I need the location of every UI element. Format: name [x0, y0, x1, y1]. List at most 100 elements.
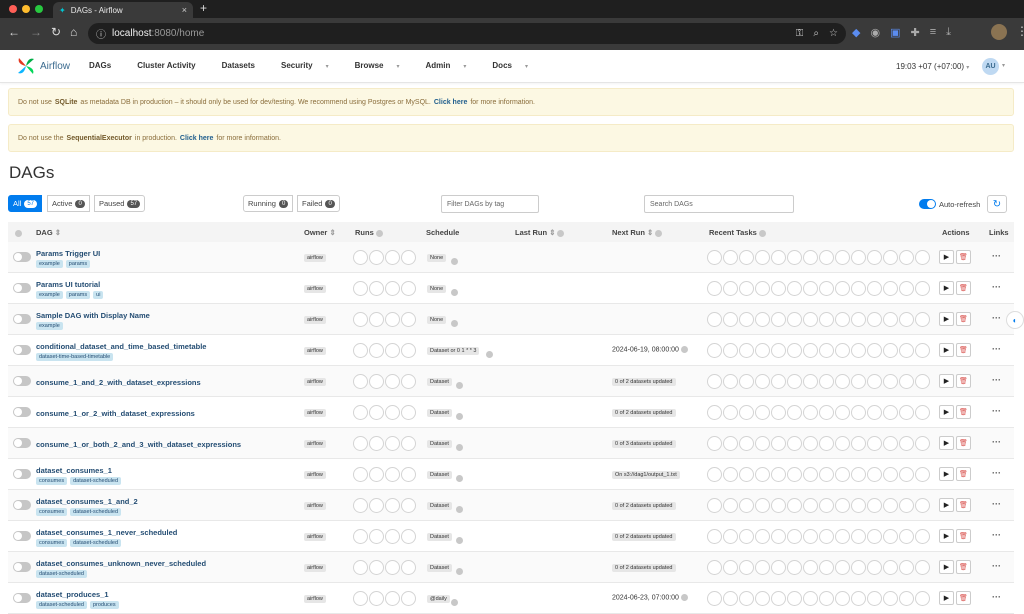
task-state-circle[interactable]: [851, 560, 866, 575]
info-icon[interactable]: [456, 408, 463, 426]
run-state-circle[interactable]: [353, 281, 368, 296]
task-state-circle[interactable]: [867, 436, 882, 451]
schedule-badge[interactable]: None: [427, 254, 447, 262]
task-state-circle[interactable]: [739, 405, 754, 420]
run-state-circle[interactable]: [401, 436, 416, 451]
tag-badge[interactable]: consumes: [36, 477, 68, 485]
task-state-circle[interactable]: [915, 250, 930, 265]
user-avatar[interactable]: AU: [982, 58, 999, 75]
run-state-circle[interactable]: [353, 560, 368, 575]
reading-list-icon[interactable]: ≡: [930, 26, 936, 39]
task-state-circle[interactable]: [771, 312, 786, 327]
run-state-circle[interactable]: [353, 436, 368, 451]
maximize-window-button[interactable]: [35, 5, 43, 13]
info-icon[interactable]: [456, 470, 463, 488]
delete-dag-button[interactable]: 🗑: [956, 312, 971, 326]
menu-browse[interactable]: Browse ▾: [355, 61, 413, 70]
dag-link[interactable]: consume_1_and_2_with_dataset_expressions: [36, 378, 201, 387]
task-state-circle[interactable]: [739, 529, 754, 544]
task-state-circle[interactable]: [771, 281, 786, 296]
info-icon[interactable]: [456, 377, 463, 395]
task-state-circle[interactable]: [915, 374, 930, 389]
trigger-dag-button[interactable]: ▶: [939, 436, 954, 450]
dag-link[interactable]: dataset_consumes_1_and_2: [36, 497, 138, 506]
task-state-circle[interactable]: [883, 312, 898, 327]
run-state-circle[interactable]: [401, 498, 416, 513]
shield-extension-icon[interactable]: ◆: [852, 26, 860, 39]
trigger-dag-button[interactable]: ▶: [939, 312, 954, 326]
task-state-circle[interactable]: [899, 374, 914, 389]
executor-click-here-link[interactable]: Click here: [180, 135, 213, 142]
task-state-circle[interactable]: [803, 312, 818, 327]
task-state-circle[interactable]: [899, 529, 914, 544]
tag-filter-input[interactable]: Filter DAGs by tag: [441, 195, 539, 213]
dag-link[interactable]: Sample DAG with Display Name: [36, 311, 150, 320]
task-state-circle[interactable]: [723, 591, 738, 606]
run-state-circle[interactable]: [353, 312, 368, 327]
task-state-circle[interactable]: [915, 312, 930, 327]
task-state-circle[interactable]: [851, 312, 866, 327]
info-icon[interactable]: [456, 563, 463, 581]
task-state-circle[interactable]: [819, 405, 834, 420]
schedule-badge[interactable]: Dataset: [427, 533, 452, 541]
filter-all-button[interactable]: All 57: [8, 195, 43, 212]
pause-toggle[interactable]: [13, 469, 31, 479]
task-state-circle[interactable]: [771, 436, 786, 451]
zoom-icon[interactable]: ⌕: [813, 28, 819, 39]
auto-refresh-toggle[interactable]: Auto-refresh: [919, 199, 980, 209]
toggle-switch[interactable]: [919, 199, 936, 209]
task-state-circle[interactable]: [867, 498, 882, 513]
task-state-circle[interactable]: [899, 281, 914, 296]
task-state-circle[interactable]: [787, 343, 802, 358]
run-state-circle[interactable]: [385, 467, 400, 482]
pause-toggle[interactable]: [13, 252, 31, 262]
browser-menu-icon[interactable]: ⋮: [1016, 24, 1024, 38]
run-state-circle[interactable]: [401, 312, 416, 327]
schedule-badge[interactable]: Dataset: [427, 564, 452, 572]
next-run-dataset-badge[interactable]: 0 of 2 datasets updated: [612, 533, 676, 541]
task-state-circle[interactable]: [755, 343, 770, 358]
run-state-circle[interactable]: [353, 498, 368, 513]
task-state-circle[interactable]: [803, 436, 818, 451]
schedule-badge[interactable]: Dataset or 0 1 * * 3: [427, 347, 480, 355]
task-state-circle[interactable]: [771, 405, 786, 420]
owner-badge[interactable]: airflow: [304, 533, 326, 541]
run-state-circle[interactable]: [401, 405, 416, 420]
run-state-circle[interactable]: [353, 343, 368, 358]
run-state-circle[interactable]: [385, 312, 400, 327]
task-state-circle[interactable]: [819, 467, 834, 482]
task-state-circle[interactable]: [771, 498, 786, 513]
pause-toggle[interactable]: [13, 407, 31, 417]
task-state-circle[interactable]: [755, 312, 770, 327]
task-state-circle[interactable]: [787, 498, 802, 513]
task-state-circle[interactable]: [835, 250, 850, 265]
run-state-circle[interactable]: [385, 529, 400, 544]
run-state-circle[interactable]: [369, 467, 384, 482]
delete-dag-button[interactable]: 🗑: [956, 436, 971, 450]
task-state-circle[interactable]: [771, 374, 786, 389]
task-state-circle[interactable]: [835, 436, 850, 451]
run-state-circle[interactable]: [401, 529, 416, 544]
task-state-circle[interactable]: [899, 312, 914, 327]
task-state-circle[interactable]: [803, 250, 818, 265]
task-state-circle[interactable]: [835, 498, 850, 513]
trigger-dag-button[interactable]: ▶: [939, 343, 954, 357]
task-state-circle[interactable]: [835, 467, 850, 482]
task-state-circle[interactable]: [739, 591, 754, 606]
task-state-circle[interactable]: [707, 312, 722, 327]
task-state-circle[interactable]: [819, 560, 834, 575]
task-state-circle[interactable]: [723, 250, 738, 265]
task-state-circle[interactable]: [867, 374, 882, 389]
task-state-circle[interactable]: [883, 498, 898, 513]
run-state-circle[interactable]: [369, 312, 384, 327]
delete-dag-button[interactable]: 🗑: [956, 529, 971, 543]
task-state-circle[interactable]: [915, 405, 930, 420]
download-icon[interactable]: ⤓: [946, 26, 951, 39]
task-state-circle[interactable]: [755, 250, 770, 265]
task-state-circle[interactable]: [867, 467, 882, 482]
task-state-circle[interactable]: [755, 374, 770, 389]
schedule-badge[interactable]: Dataset: [427, 471, 452, 479]
task-state-circle[interactable]: [803, 374, 818, 389]
task-state-circle[interactable]: [867, 405, 882, 420]
tag-badge[interactable]: consumes: [36, 539, 68, 547]
